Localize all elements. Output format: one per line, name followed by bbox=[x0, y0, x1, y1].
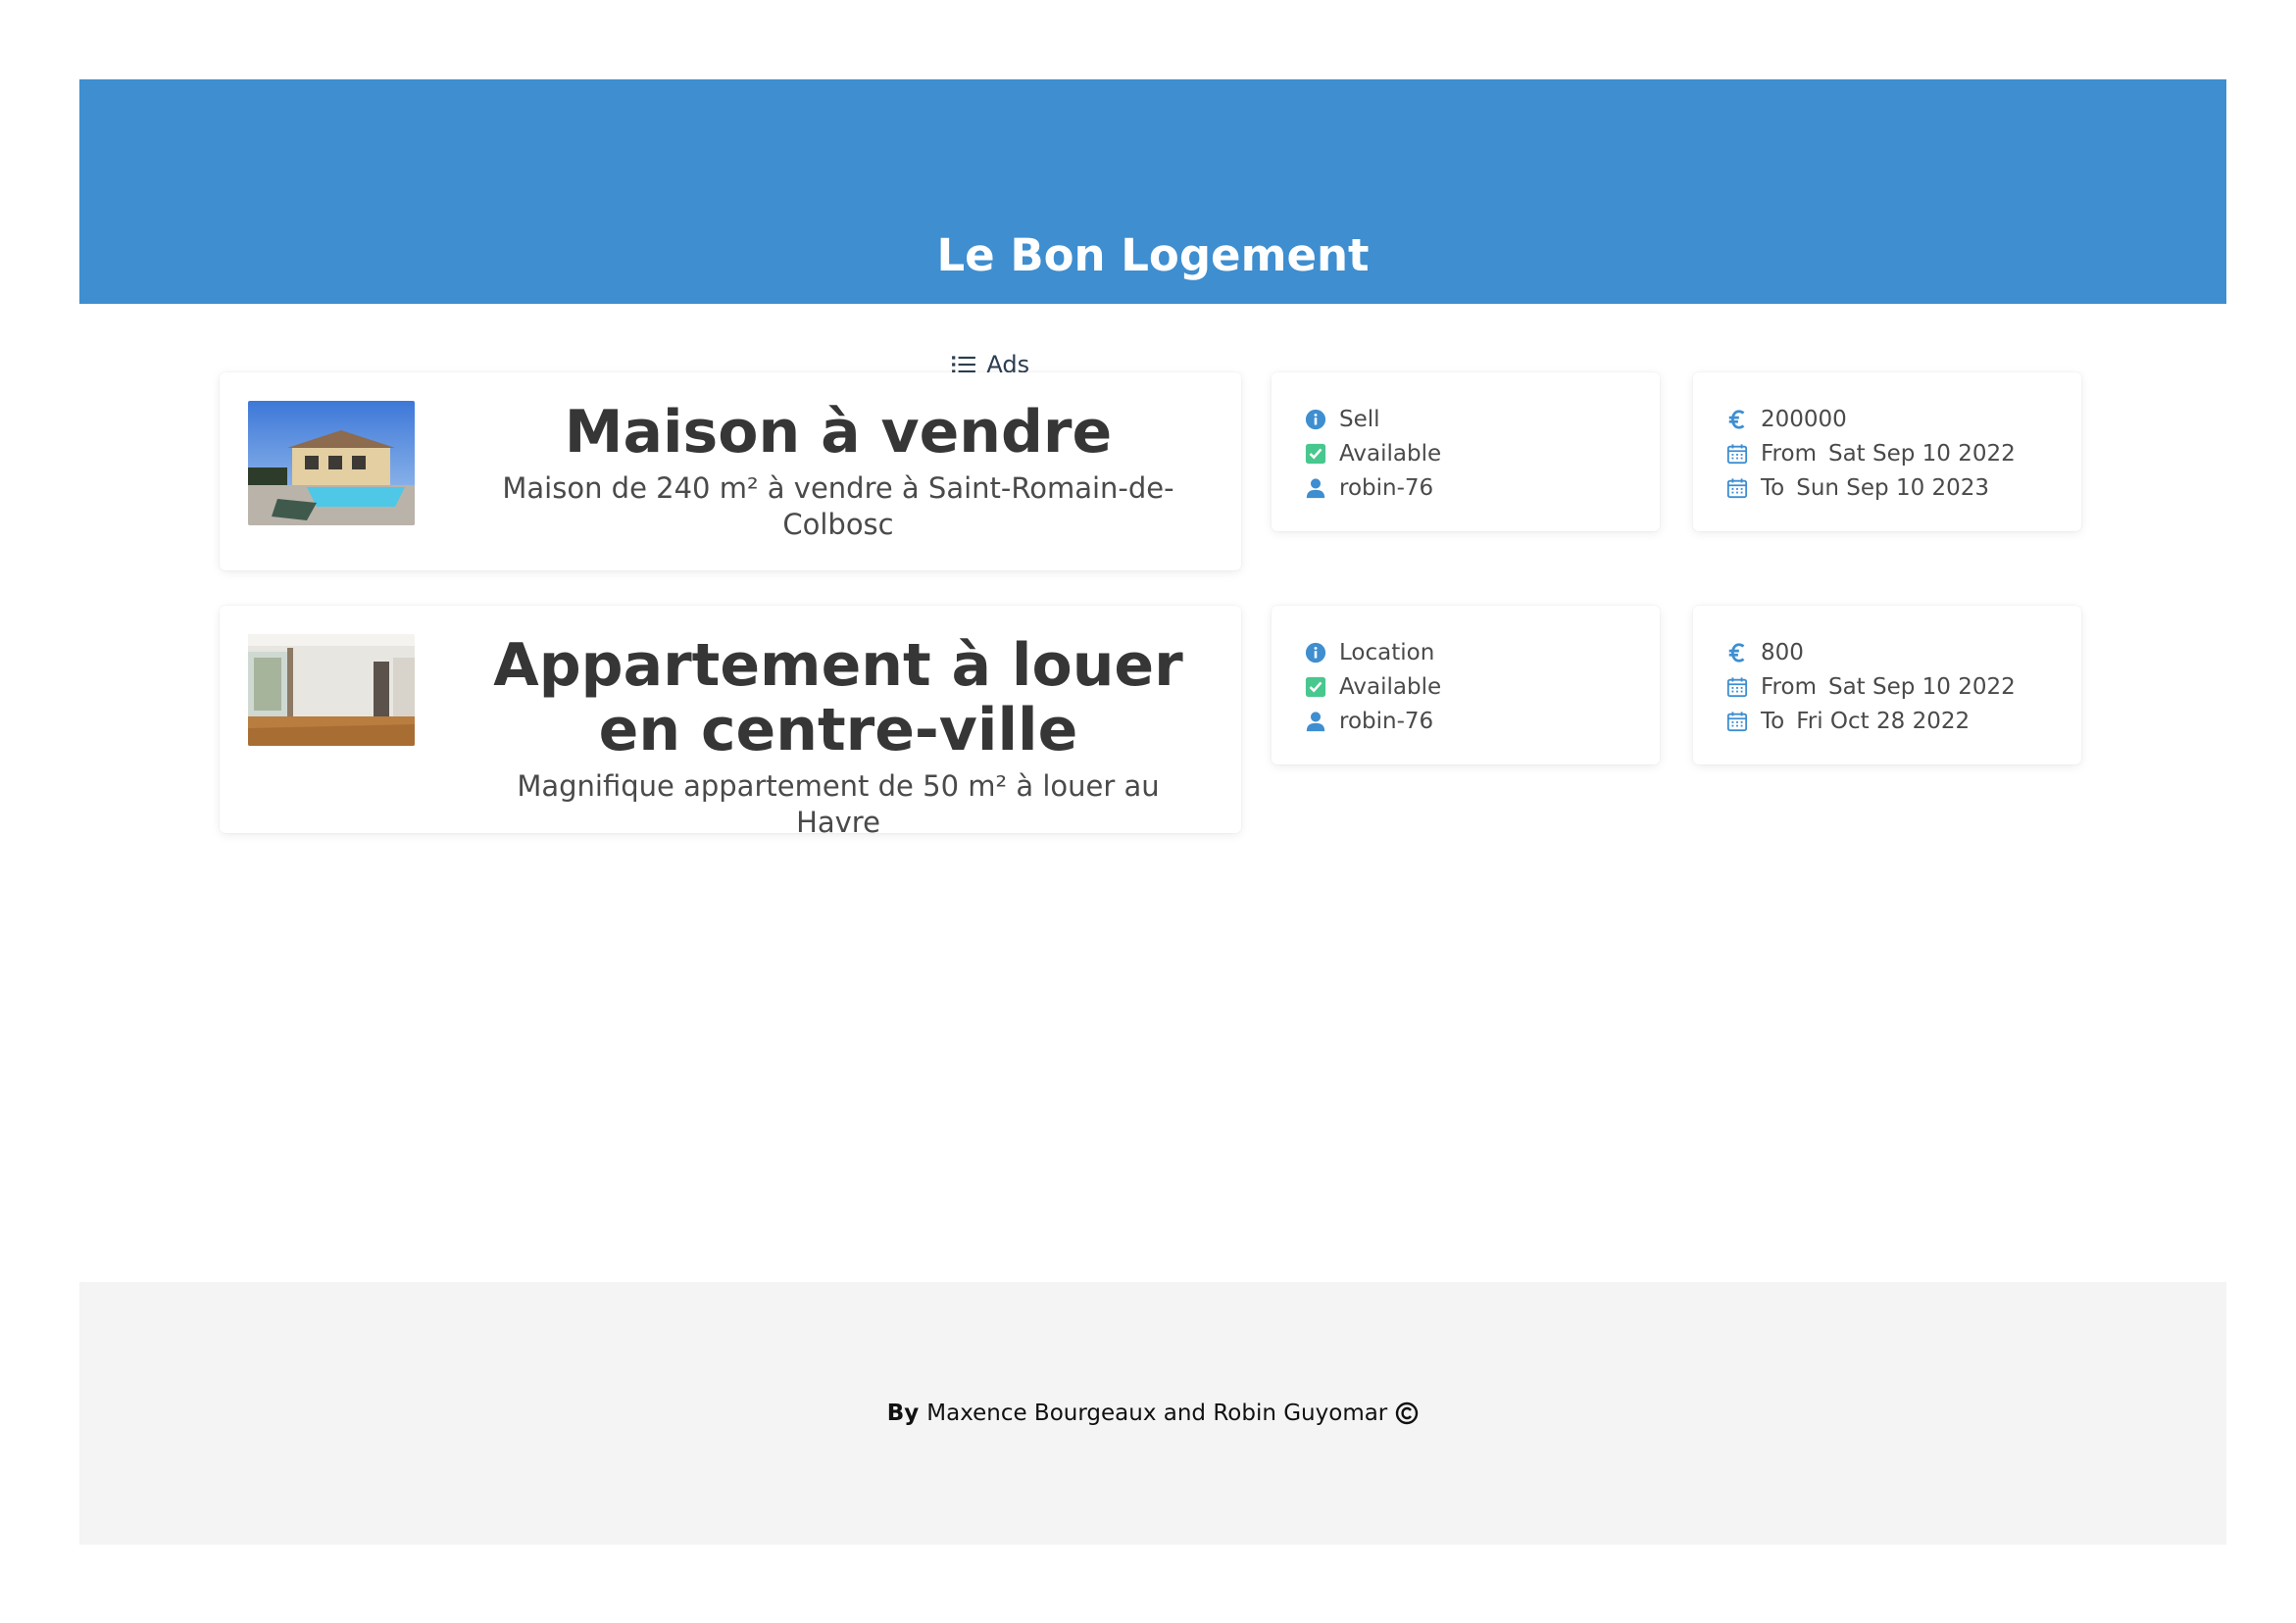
ad-photo-house[interactable] bbox=[248, 401, 415, 525]
ad-owner-value[interactable]: robin-76 bbox=[1339, 475, 1433, 501]
ad-price: 800 bbox=[1726, 635, 2016, 669]
footer-authors: Maxence Bourgeaux and Robin Guyomar bbox=[926, 1401, 1388, 1426]
ad-from-value: Sat Sep 10 2022 bbox=[1827, 673, 2016, 700]
ad-from-label: From bbox=[1761, 440, 1817, 467]
footer-credits: By Maxence Bourgeaux and Robin Guyomar bbox=[79, 1282, 2226, 1545]
header-hero: Le Bon Logement Home / Ads / About / Log… bbox=[79, 79, 2226, 378]
ad-price-card: 800 From Sat Sep 10 2022 To Fri Oct 28 2… bbox=[1693, 606, 2081, 764]
ad-owner: robin-76 bbox=[1305, 470, 1441, 505]
ad-to-value: Fri Oct 28 2022 bbox=[1796, 708, 1971, 734]
ad-type-value: Location bbox=[1339, 639, 1435, 665]
apartment-interior-image bbox=[248, 634, 415, 746]
copyright-icon bbox=[1396, 1402, 1419, 1425]
ad-to-date: To Sun Sep 10 2023 bbox=[1726, 470, 2016, 505]
ad-status: Available bbox=[1305, 669, 1441, 704]
ad-owner-value[interactable]: robin-76 bbox=[1339, 709, 1433, 734]
ad-info-card: Sell Available robin-76 bbox=[1272, 372, 1660, 531]
ad-title[interactable]: Appartement à louer en centre-ville bbox=[474, 633, 1202, 762]
ad-to-value: Sun Sep 10 2023 bbox=[1796, 474, 1990, 501]
ad-status-value: Available bbox=[1339, 440, 1442, 467]
ad-description: Magnifique appartement de 50 m² à louer … bbox=[517, 769, 1160, 839]
ad-photo-apartment[interactable] bbox=[248, 634, 415, 746]
euro-icon bbox=[1728, 642, 1745, 663]
info-circle-icon bbox=[1305, 409, 1326, 429]
info-circle-icon bbox=[1305, 642, 1326, 663]
ad-price: 200000 bbox=[1726, 402, 2016, 436]
ad-price-card: 200000 From Sat Sep 10 2022 To Sun Sep 1… bbox=[1693, 372, 2081, 531]
ad-to-label: To bbox=[1761, 708, 1785, 734]
ad-type: Sell bbox=[1305, 402, 1441, 436]
ad-to-date: To Fri Oct 28 2022 bbox=[1726, 704, 2016, 738]
page-footer: By Maxence Bourgeaux and Robin Guyomar bbox=[79, 1282, 2226, 1545]
ad-from-date: From Sat Sep 10 2022 bbox=[1726, 436, 2016, 470]
ad-owner: robin-76 bbox=[1305, 704, 1441, 738]
site-title: Le Bon Logement bbox=[936, 229, 1370, 281]
ad-type-value: Sell bbox=[1339, 406, 1380, 432]
ad-from-value: Sat Sep 10 2022 bbox=[1827, 440, 2016, 467]
ad-price-value: 200000 bbox=[1761, 406, 1847, 432]
house-pool-image bbox=[248, 401, 415, 525]
ad-info-list: Location Available robin-76 bbox=[1305, 635, 1441, 738]
ad-status-value: Available bbox=[1339, 673, 1442, 700]
ad-text: Appartement à louer en centre-ville Magn… bbox=[474, 633, 1202, 841]
calendar-icon bbox=[1726, 477, 1748, 498]
ad-title[interactable]: Maison à vendre bbox=[474, 400, 1202, 465]
footer-by: By bbox=[886, 1401, 920, 1426]
user-icon bbox=[1306, 477, 1325, 498]
calendar-icon bbox=[1726, 443, 1748, 464]
ad-status: Available bbox=[1305, 436, 1441, 470]
ad-type: Location bbox=[1305, 635, 1441, 669]
ad-price-list: 800 From Sat Sep 10 2022 To Fri Oct 28 2… bbox=[1726, 635, 2016, 738]
ad-info-list: Sell Available robin-76 bbox=[1305, 402, 1441, 505]
ad-price-value: 800 bbox=[1761, 639, 1804, 665]
ad-info-card: Location Available robin-76 bbox=[1272, 606, 1660, 764]
euro-icon bbox=[1728, 409, 1745, 429]
ad-card[interactable]: Maison à vendre Maison de 240 m² à vendr… bbox=[220, 372, 1241, 570]
ad-from-label: From bbox=[1761, 673, 1817, 700]
user-icon bbox=[1306, 711, 1325, 731]
ad-from-date: From Sat Sep 10 2022 bbox=[1726, 669, 2016, 704]
check-square-icon bbox=[1305, 676, 1326, 697]
calendar-icon bbox=[1726, 711, 1748, 731]
check-square-icon bbox=[1305, 443, 1326, 464]
ad-text: Maison à vendre Maison de 240 m² à vendr… bbox=[474, 400, 1202, 543]
calendar-icon bbox=[1726, 676, 1748, 697]
ad-description: Maison de 240 m² à vendre à Saint-Romain… bbox=[502, 471, 1174, 541]
nav-divider bbox=[79, 346, 2226, 347]
plug-icon bbox=[1241, 353, 1257, 376]
ad-price-list: 200000 From Sat Sep 10 2022 To Sun Sep 1… bbox=[1726, 402, 2016, 505]
ad-to-label: To bbox=[1761, 474, 1785, 501]
ad-card[interactable]: Appartement à louer en centre-ville Magn… bbox=[220, 606, 1241, 839]
